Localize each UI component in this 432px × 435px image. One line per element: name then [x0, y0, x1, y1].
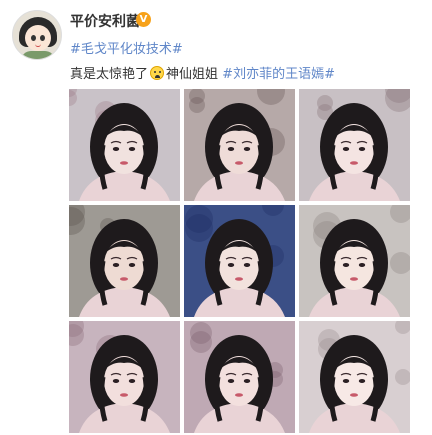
- post-text-main: 真是太惊艳了: [70, 67, 149, 82]
- smiling-face-icon: [150, 66, 165, 80]
- photo-1[interactable]: [69, 89, 180, 201]
- image-grid: [69, 89, 411, 433]
- photo-6[interactable]: [299, 205, 410, 317]
- photo-8-picture: [184, 321, 295, 433]
- photo-3[interactable]: [299, 89, 410, 201]
- photo-7[interactable]: [69, 321, 180, 433]
- username[interactable]: 平价安利菌: [70, 11, 140, 31]
- avatar-body: [21, 51, 55, 59]
- photo-7-picture: [69, 321, 180, 433]
- post-text-after-emoji: 神仙姐姐: [166, 67, 219, 82]
- topic-link[interactable]: #毛戈平化妆技术#: [70, 38, 183, 57]
- photo-5-picture: [184, 205, 295, 317]
- photo-3-picture: [299, 89, 410, 201]
- avatar-face: [25, 25, 51, 51]
- photo-4-picture: [69, 205, 180, 317]
- photo-8[interactable]: [184, 321, 295, 433]
- avatar-eye: [31, 35, 36, 41]
- photo-2-picture: [184, 89, 295, 201]
- photo-9[interactable]: [299, 321, 410, 433]
- photo-4[interactable]: [69, 205, 180, 317]
- weibo-post: 平价安利菌 V #毛戈平化妆技术# 真是太惊艳了 神仙姐姐 #刘亦菲的王语嫣#: [0, 0, 432, 435]
- hashtag-link[interactable]: #刘亦菲的王语嫣#: [222, 67, 335, 82]
- photo-1-picture: [69, 89, 180, 201]
- photo-6-picture: [299, 205, 410, 317]
- photo-5[interactable]: [184, 205, 295, 317]
- avatar[interactable]: [12, 10, 62, 60]
- verified-badge-icon: V: [136, 12, 151, 27]
- photo-9-picture: [299, 321, 410, 433]
- photo-2[interactable]: [184, 89, 295, 201]
- post-text: 真是太惊艳了 神仙姐姐 #刘亦菲的王语嫣#: [70, 63, 335, 82]
- avatar-eye: [40, 35, 45, 41]
